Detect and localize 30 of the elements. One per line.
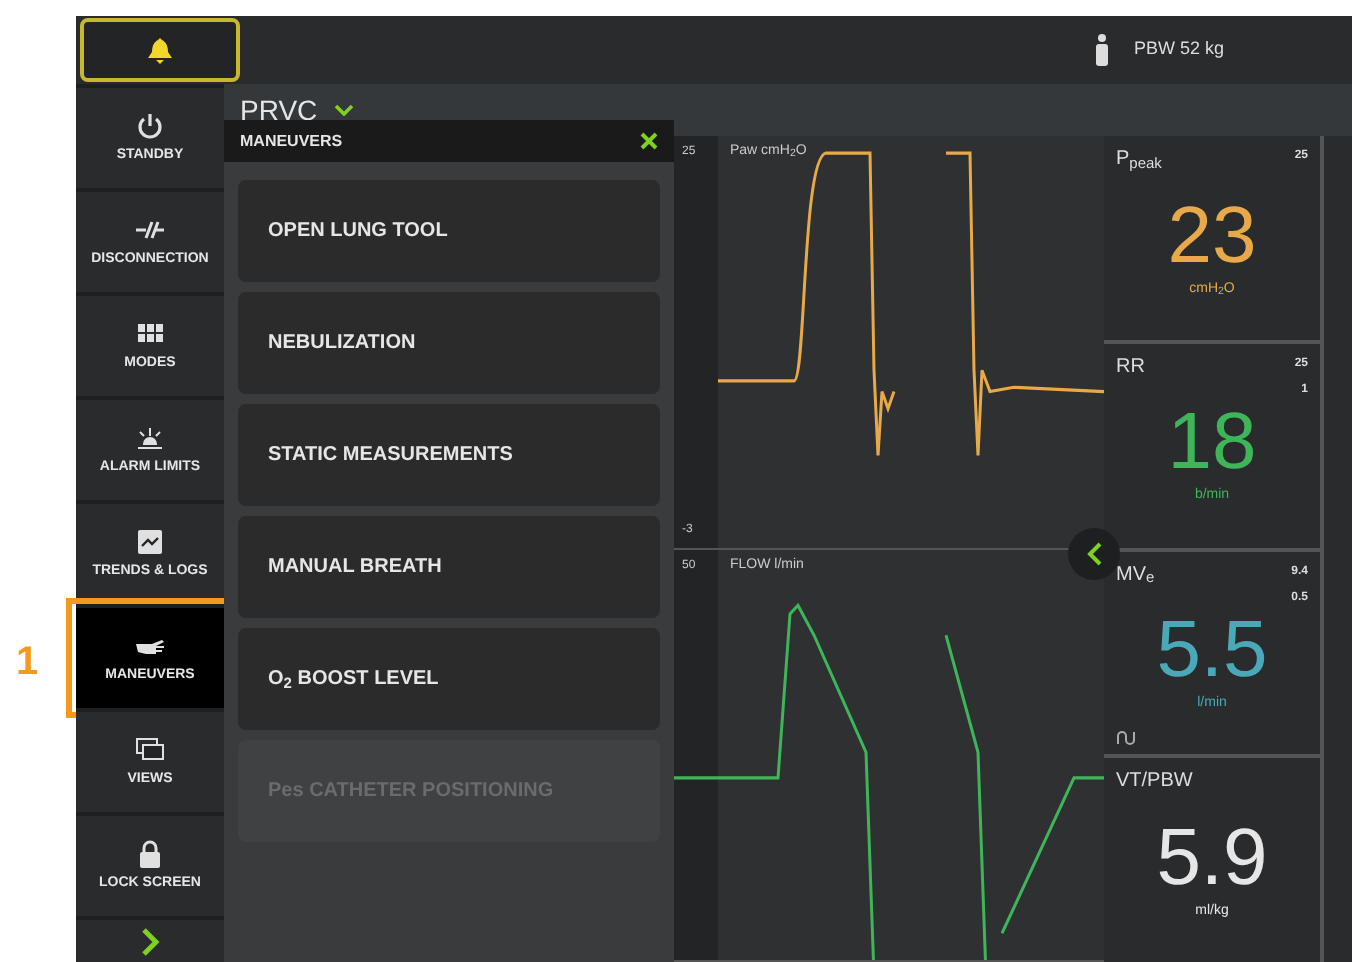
maneuver-item[interactable]: MANUAL BREATH <box>238 516 660 618</box>
value-number: 5.9 <box>1156 813 1268 902</box>
lock-icon <box>134 840 166 868</box>
value-number: 18 <box>1167 398 1257 487</box>
panel-title: MANEUVERS <box>240 129 343 153</box>
chevron-down-icon[interactable] <box>333 104 354 116</box>
maneuver-item[interactable]: O$_{2}$ BOOST LEVEL <box>238 628 660 730</box>
chevron-left-icon <box>1086 542 1102 566</box>
maneuver-item[interactable]: OPEN LUNG TOOL <box>238 180 660 282</box>
close-icon[interactable] <box>640 132 658 150</box>
value-label: MV$_{e}$ <box>1116 561 1155 589</box>
maneuver-item[interactable]: STATIC MEASUREMENTS <box>238 404 660 506</box>
person-icon <box>1093 34 1110 66</box>
maneuver-item[interactable]: NEBULIZATION <box>238 292 660 394</box>
disconnect-icon <box>134 216 166 244</box>
expand-button[interactable] <box>76 920 224 962</box>
value-number: 5.5 <box>1156 606 1268 695</box>
value-label: RR <box>1116 353 1145 382</box>
trends-icon <box>134 528 166 556</box>
value-number: 23 <box>1167 191 1257 280</box>
grid-icon <box>134 320 166 348</box>
value-label: VT/PBW <box>1116 768 1193 797</box>
value-label: P$_{peak}$ <box>1116 146 1162 174</box>
callout-number: 1 <box>16 638 39 688</box>
mode-label: PRVC <box>240 91 318 129</box>
alarm-button[interactable] <box>80 18 240 82</box>
windows-icon <box>134 736 166 764</box>
chevron-right-icon <box>140 927 160 955</box>
power-icon <box>134 112 166 140</box>
patient-weight: PBW 52 kg <box>1133 36 1224 63</box>
